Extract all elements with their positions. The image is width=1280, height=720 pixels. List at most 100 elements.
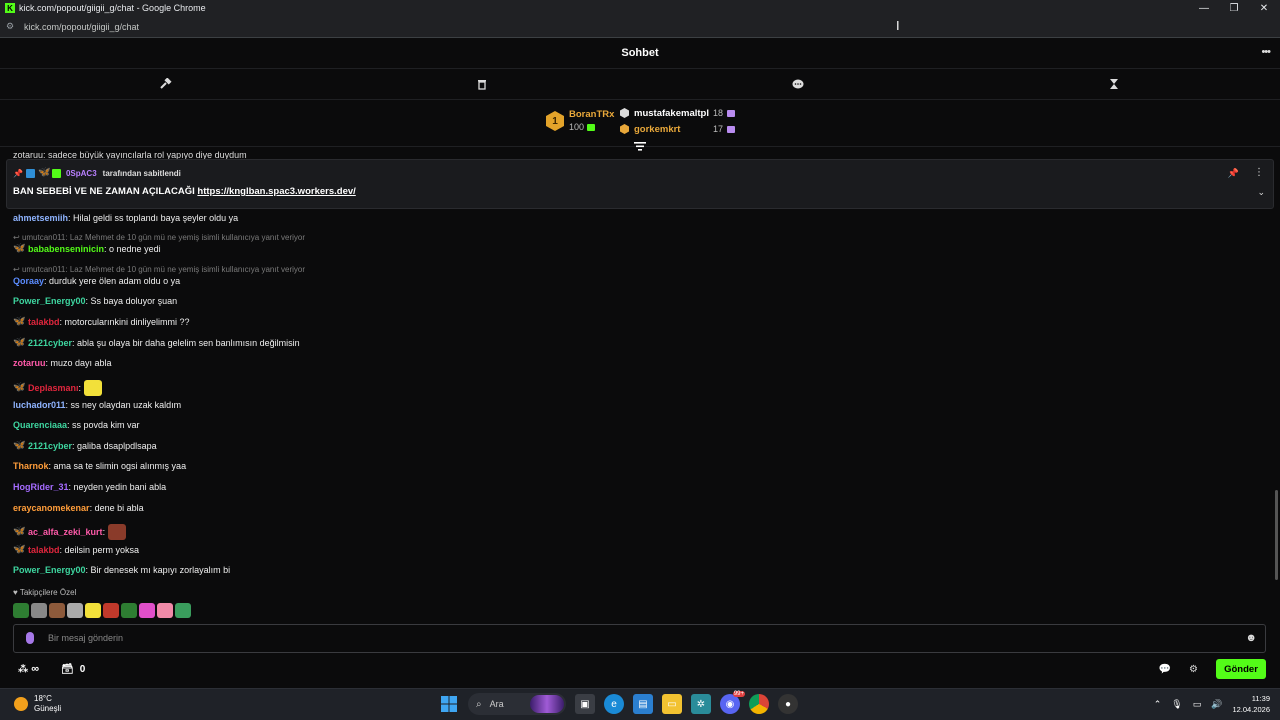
emote-button[interactable]: [49, 603, 65, 618]
chat-username[interactable]: Qoraay: [13, 276, 44, 286]
chat-message[interactable]: 🦋 talakbd: motorcularınkini dinliyelimmi …: [13, 317, 190, 328]
settings-gear-icon[interactable]: ⚙: [1189, 664, 1198, 675]
chat-message[interactable]: 🦋 2121cyber: abla şu olaya bir daha gelel…: [13, 338, 300, 349]
chat-username[interactable]: 2121cyber: [28, 338, 72, 348]
leader-name[interactable]: mustafakemaltpl: [634, 108, 709, 119]
chat-message[interactable]: eraycanomekenar: dene bi abla: [13, 503, 144, 513]
chat-username[interactable]: 2121cyber: [28, 441, 72, 451]
clock[interactable]: 11:39 12.04.2026: [1232, 693, 1270, 715]
chevron-down-icon[interactable]: ⌄: [1257, 187, 1265, 198]
chat-username[interactable]: Power_Energy00: [13, 296, 86, 306]
chat-username[interactable]: Power_Energy00: [13, 565, 86, 575]
restore-button[interactable]: ❐: [1218, 0, 1250, 16]
chat-message[interactable]: 🦋 Deplasmanı:: [13, 380, 103, 396]
leader-name[interactable]: BoranTRx: [569, 109, 614, 120]
chat-username[interactable]: eraycanomekenar: [13, 503, 90, 513]
address-bar[interactable]: ⚙ kick.com/popout/giigii_g/chat: [0, 16, 1280, 38]
chat-bubble-icon[interactable]: 💬: [1159, 664, 1171, 675]
windows-start-icon[interactable]: [439, 694, 459, 714]
chat-username[interactable]: talakbd: [28, 545, 60, 555]
reply-context[interactable]: ↩ umutcan011: Laz Mehmet de 10 gün mü ne…: [13, 233, 305, 242]
chat-message[interactable]: HogRider_31: neyden yedin bani abla: [13, 482, 166, 492]
points-area[interactable]: ⁂ ∞ 🗃 0: [18, 663, 85, 675]
partial-message: zotaruu: sadece büyük yayıncılarla rol y…: [13, 150, 247, 159]
leader-name[interactable]: gorkemkrt: [634, 124, 680, 135]
task-view-icon[interactable]: ▣: [575, 694, 595, 714]
chat-username[interactable]: luchador011: [13, 400, 66, 410]
chat-bubble-icon[interactable]: [791, 77, 805, 91]
weather-widget[interactable]: 18°C Güneşli: [14, 694, 61, 714]
chat-bottom-bar: ⁂ ∞ 🗃 0 💬 ⚙ Gönder: [0, 656, 1280, 686]
chat-message[interactable]: 🦋 talakbd: deilsin perm yoksa: [13, 545, 139, 556]
taskbar-search[interactable]: ⌕ Ara: [468, 693, 566, 715]
reply-context[interactable]: ↩ umutcan011: Laz Mehmet de 10 gün mü ne…: [13, 265, 305, 274]
pinned-by-user[interactable]: 0SpAC3: [66, 169, 97, 178]
emote-button[interactable]: [175, 603, 191, 618]
edge-browser-icon[interactable]: e: [604, 694, 624, 714]
unpin-icon[interactable]: 📌: [1228, 168, 1239, 179]
chat-username[interactable]: ac_alfa_zeki_kurt: [28, 527, 103, 537]
chat-message[interactable]: 🦋 2121cyber: galiba dsaplpdlsapa: [13, 441, 157, 452]
emoji-icon[interactable]: ☻: [1245, 632, 1257, 644]
chat-message[interactable]: ahmetsemiih: Hilal geldi ss toplandı bay…: [13, 213, 238, 223]
followers-only-label: ♥ Takipçilere Özel: [13, 588, 77, 597]
site-info-icon[interactable]: ⚙: [6, 21, 16, 32]
pinned-message[interactable]: 📌 🦋 0SpAC3 tarafından sabitlendi BAN SEB…: [6, 159, 1274, 209]
chat-message[interactable]: Power_Energy00: Bir denesek mı kapıyı zo…: [13, 565, 230, 575]
chat-username[interactable]: Deplasmanı: [28, 383, 79, 393]
microphone-icon[interactable]: 🎙: [1171, 699, 1182, 710]
hourglass-icon[interactable]: [1107, 77, 1121, 91]
store-icon[interactable]: ▤: [633, 694, 653, 714]
chat-message[interactable]: Quarenciaaa: ss povda kim var: [13, 420, 140, 430]
chat-scrollbar[interactable]: [1275, 490, 1278, 580]
hammer-icon[interactable]: [159, 77, 173, 91]
emote-button[interactable]: [85, 603, 101, 618]
emote-button[interactable]: [139, 603, 155, 618]
chat-message[interactable]: Tharnok: ama sa te slimin ogsi alınmış y…: [13, 461, 186, 471]
leaderboard-second[interactable]: mustafakemaltpl 18: [620, 106, 740, 120]
chest-icon[interactable]: 🗃: [61, 664, 74, 675]
trash-icon[interactable]: [475, 77, 489, 91]
chat-message[interactable]: Qoraay: durduk yere ölen adam oldu o ya: [13, 276, 180, 286]
file-explorer-icon[interactable]: ▭: [662, 694, 682, 714]
leaderboard-third[interactable]: gorkemkrt 17: [620, 122, 740, 136]
discord-icon[interactable]: ◉ 99+: [720, 691, 745, 714]
send-button[interactable]: Gönder: [1216, 659, 1266, 679]
pinned-menu-icon[interactable]: ⋮: [1254, 167, 1264, 178]
emote-button[interactable]: [31, 603, 47, 618]
volume-icon[interactable]: 🔊: [1211, 699, 1222, 710]
chat-username[interactable]: talakbd: [28, 317, 60, 327]
emote-button[interactable]: [121, 603, 137, 618]
chat-username[interactable]: Tharnok: [13, 461, 49, 471]
pinned-link[interactable]: https://knglban.spac3.workers.dev/: [197, 186, 355, 197]
chat-message[interactable]: 🦋 ac_alfa_zeki_kurt:: [13, 524, 127, 540]
chat-username[interactable]: zotaruu: [13, 358, 46, 368]
obs-icon[interactable]: ●: [778, 694, 798, 714]
chat-message[interactable]: Power_Energy00: Ss baya doluyor şuan: [13, 296, 177, 306]
chat-username[interactable]: Quarenciaaa: [13, 420, 67, 430]
emote-button[interactable]: [157, 603, 173, 618]
settings-app-icon[interactable]: ✲: [691, 694, 711, 714]
emote-button[interactable]: [103, 603, 119, 618]
chat-username[interactable]: HogRider_31: [13, 482, 69, 492]
network-icon[interactable]: ▭: [1193, 699, 1202, 710]
minimize-button[interactable]: —: [1188, 0, 1220, 16]
chat-message[interactable]: zotaruu: muzo dayı abla: [13, 358, 112, 368]
chat-username[interactable]: bababenseninicin: [28, 244, 104, 254]
chat-message[interactable]: luchador011: ss ney olaydan uzak kaldım: [13, 400, 181, 410]
mic-icon[interactable]: [26, 632, 34, 644]
leader-count: 100: [569, 122, 596, 132]
url-text[interactable]: kick.com/popout/giigii_g/chat: [24, 22, 139, 32]
emote-button[interactable]: [67, 603, 83, 618]
chrome-icon[interactable]: [749, 694, 769, 714]
chat-message[interactable]: 🦋 bababenseninicin: o nedne yedi: [13, 244, 161, 255]
leaderboard-first[interactable]: 1 BoranTRx 100: [546, 109, 614, 132]
chevron-up-icon[interactable]: ⌃: [1154, 699, 1162, 710]
rank-badge-icon: 1: [546, 111, 564, 131]
close-window-button[interactable]: ✕: [1248, 0, 1280, 16]
chat-username[interactable]: ahmetsemiih: [13, 213, 68, 223]
more-options-icon[interactable]: •••: [1261, 46, 1271, 58]
message-input[interactable]: Bir mesaj gönderin ☻: [13, 624, 1266, 653]
scroll-to-bottom-icon[interactable]: [633, 142, 647, 154]
emote-button[interactable]: [13, 603, 29, 618]
